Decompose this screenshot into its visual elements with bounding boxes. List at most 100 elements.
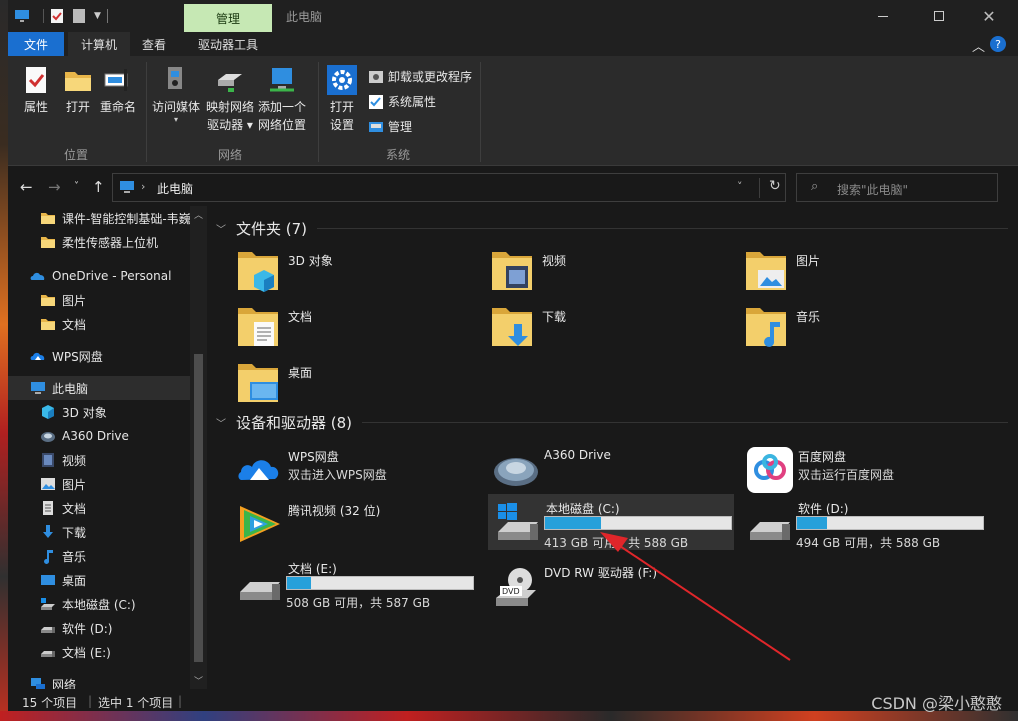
device-a360-drive[interactable]: A360 Drive (486, 442, 732, 498)
drive-e[interactable]: 文档 (E:) 508 GB 可用，共 587 GB (230, 554, 476, 610)
navigation-scrollbar[interactable]: ︿ ﹀ (190, 206, 207, 689)
rename-button[interactable]: 重命名 (100, 64, 136, 116)
address-dropdown-icon[interactable]: ˅ (737, 180, 743, 193)
sidebar-item[interactable]: 图片 (8, 288, 190, 312)
open-button[interactable]: 打开 (62, 64, 94, 116)
sidebar-item[interactable]: 柔性传感器上位机 (8, 230, 190, 254)
help-icon[interactable]: ? (990, 36, 1006, 52)
sidebar-item[interactable]: 网络 (8, 672, 190, 689)
folder-item[interactable]: 桌面 (236, 358, 476, 410)
sidebar-item[interactable]: 课件-智能控制基础-韦巍 (8, 206, 190, 230)
pc-icon (30, 380, 46, 396)
collapse-chevron-icon[interactable]: ﹀ (216, 415, 226, 430)
address-bar[interactable]: › 此电脑 ˅ ↻ (112, 173, 786, 202)
scroll-down-icon[interactable]: ﹀ (194, 674, 203, 687)
system-properties-label: 系统属性 (388, 95, 437, 109)
drive-c-selected[interactable]: 本地磁盘 (C:) 413 GB 可用，共 588 GB (488, 494, 734, 550)
sidebar-item[interactable]: 视频 (8, 448, 190, 472)
sidebar-item[interactable]: 本地磁盘 (C:) (8, 592, 190, 616)
sidebar-item[interactable]: 音乐 (8, 544, 190, 568)
item-count: 15 个项目 (22, 696, 78, 710)
sidebar-item[interactable]: 文档 (8, 496, 190, 520)
tab-view[interactable]: 查看 (132, 32, 176, 56)
group-location-label: 位置 (64, 148, 89, 162)
breadcrumb-this-pc[interactable]: 此电脑 (157, 180, 193, 197)
folder-item[interactable]: 音乐 (744, 302, 984, 354)
devices-section-header[interactable]: ﹀ 设备和驱动器 (8) (216, 412, 1008, 433)
drive-d[interactable]: 软件 (D:) 494 GB 可用，共 588 GB (740, 494, 986, 550)
collapse-ribbon-icon[interactable]: ︿ (972, 36, 985, 55)
pc-icon[interactable] (14, 9, 30, 23)
minimize-button[interactable] (860, 0, 906, 32)
device-tencent-video[interactable]: 腾讯视频 (32 位) (230, 496, 476, 552)
drive-dvd-f[interactable]: DVD DVD RW 驱动器 (F:) (486, 558, 732, 614)
tab-manage-context[interactable]: 管理 (184, 4, 272, 32)
sidebar-item[interactable]: 文档 (8, 312, 190, 336)
properties-button[interactable]: 属性 (20, 64, 52, 116)
sidebar-item[interactable]: 图片 (8, 472, 190, 496)
tab-file[interactable]: 文件 (8, 32, 64, 56)
customize-toolbar-icon[interactable]: ▼ (94, 11, 101, 21)
folder-item[interactable]: 文档 (236, 302, 476, 354)
sidebar-item[interactable]: OneDrive - Personal (8, 264, 190, 288)
search-box[interactable]: ⌕ 搜索"此电脑" (796, 173, 998, 202)
recent-locations-icon[interactable]: ˅ (74, 181, 79, 192)
properties-icon (26, 67, 46, 93)
up-icon[interactable]: ↑ (92, 178, 105, 196)
scroll-up-icon[interactable]: ︿ (194, 208, 203, 221)
documents-icon (40, 500, 56, 516)
3d-objects-folder-icon (236, 246, 280, 294)
network-icon (30, 676, 46, 689)
sidebar-item-label: 课件-智能控制基础-韦巍 (62, 211, 190, 226)
sidebar-item[interactable]: A360 Drive (8, 424, 190, 448)
desktop-background-strip-bottom (0, 711, 1018, 721)
device-name: 软件 (D:) (798, 502, 849, 516)
refresh-icon[interactable]: ↻ (769, 178, 781, 194)
add-network-location-button[interactable]: 添加一个 网络位置 (258, 64, 306, 134)
download-folder-icon (490, 302, 534, 350)
open-settings-button[interactable]: 打开 设置 (326, 64, 358, 134)
network-drive-icon (218, 74, 242, 92)
folder-item[interactable]: 视频 (490, 246, 730, 298)
sidebar-item[interactable]: 桌面 (8, 568, 190, 592)
maximize-button[interactable] (916, 0, 962, 32)
tab-computer[interactable]: 计算机 (68, 32, 130, 56)
folder-item[interactable]: 图片 (744, 246, 984, 298)
device-wps-cloud[interactable]: WPS网盘 双击进入WPS网盘 (230, 442, 476, 498)
back-icon[interactable]: ← (20, 178, 33, 196)
ribbon-divider (480, 62, 481, 162)
folder-item[interactable]: 3D 对象 (236, 246, 476, 298)
manage-button[interactable]: 管理 (368, 118, 412, 135)
system-properties-button[interactable]: 系统属性 (368, 93, 436, 110)
close-button[interactable]: ✕ (966, 0, 1012, 32)
properties-icon[interactable] (50, 8, 64, 24)
folder-label: 文档 (288, 310, 313, 324)
drive-icon (40, 644, 56, 660)
folder-item[interactable]: 下载 (490, 302, 730, 354)
access-media-button[interactable]: 访问媒体 ▾ (152, 64, 200, 124)
device-name: 腾讯视频 (32 位) (288, 504, 381, 518)
scrollbar-thumb[interactable] (194, 354, 203, 662)
open-settings-label-2: 设置 (329, 118, 354, 132)
folder-label: 音乐 (796, 310, 821, 324)
open-label: 打开 (65, 100, 90, 114)
folder-label: 图片 (796, 254, 821, 268)
uninstall-program-button[interactable]: 卸载或更改程序 (368, 68, 472, 85)
sidebar-item[interactable]: 此电脑 (8, 376, 190, 400)
collapse-chevron-icon[interactable]: ﹀ (216, 221, 226, 236)
sidebar-item[interactable]: 软件 (D:) (8, 616, 190, 640)
sidebar-item[interactable]: 文档 (E:) (8, 640, 190, 664)
uninstall-icon (369, 70, 383, 83)
sidebar-item[interactable]: 3D 对象 (8, 400, 190, 424)
sidebar-item[interactable]: 下载 (8, 520, 190, 544)
tab-drive-tools[interactable]: 驱动器工具 (188, 32, 268, 56)
breadcrumb-separator-icon[interactable]: › (141, 180, 145, 193)
device-baidu-netdisk[interactable]: 百度网盘 双击运行百度网盘 (740, 442, 986, 498)
new-folder-icon[interactable] (72, 8, 86, 24)
device-name: 本地磁盘 (C:) (546, 502, 620, 516)
folders-section-header[interactable]: ﹀ 文件夹 (7) (216, 218, 1008, 239)
sidebar-item[interactable]: WPS网盘 (8, 344, 190, 368)
map-network-drive-button[interactable]: 映射网络 驱动器 ▾ (206, 64, 254, 134)
rename-label: 重命名 (100, 100, 137, 114)
forward-icon[interactable]: → (48, 178, 61, 196)
